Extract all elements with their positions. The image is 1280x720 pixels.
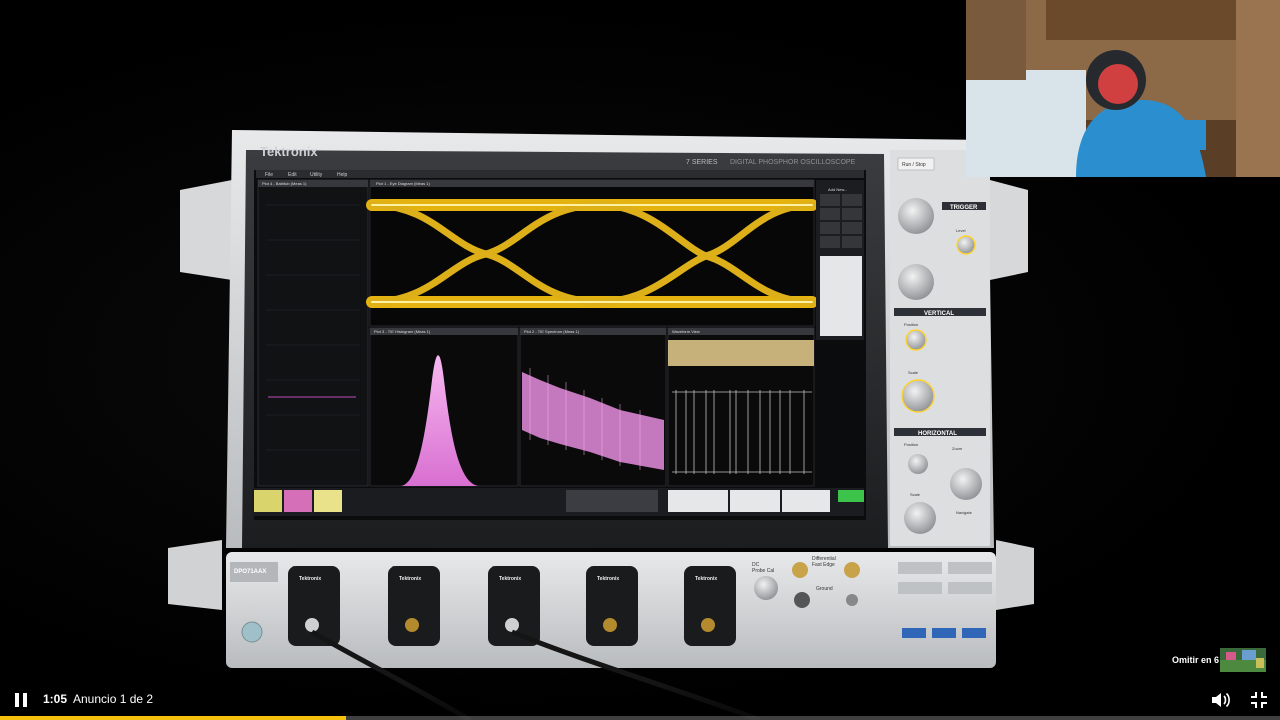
ad-progress-fill: [0, 716, 346, 720]
svg-text:1: 1: [292, 566, 295, 572]
svg-text:Zoom: Zoom: [952, 446, 963, 451]
svg-text:4: 4: [590, 566, 593, 572]
svg-text:3: 3: [492, 566, 495, 572]
ad-counter: Anuncio 1 de 2: [73, 692, 154, 706]
next-video-thumbnail: [1220, 648, 1266, 672]
svg-text:Ground: Ground: [816, 586, 833, 592]
svg-text:Navigate: Navigate: [956, 510, 973, 515]
svg-text:Plot 3 - TIE Histogram (Meas 1: Plot 3 - TIE Histogram (Meas 1): [374, 329, 431, 334]
svg-text:Fast Edge: Fast Edge: [812, 562, 835, 568]
svg-text:HORIZONTAL: HORIZONTAL: [918, 431, 957, 437]
ad-progress-bar[interactable]: [0, 716, 1280, 720]
svg-text:Utility: Utility: [310, 172, 323, 178]
svg-text:Tektronix: Tektronix: [299, 576, 321, 582]
svg-text:Probe Cal: Probe Cal: [752, 568, 774, 574]
svg-text:Plot 1 - Eye Diagram (Meas 1): Plot 1 - Eye Diagram (Meas 1): [376, 181, 430, 186]
svg-text:Scale: Scale: [910, 492, 921, 497]
exit-fullscreen-icon[interactable]: [1249, 690, 1269, 710]
svg-text:Plot 2 - TIE Spectrum (Meas 1): Plot 2 - TIE Spectrum (Meas 1): [524, 329, 580, 334]
volume-icon[interactable]: [1210, 690, 1232, 710]
svg-text:File: File: [265, 172, 273, 178]
pause-icon[interactable]: [12, 691, 30, 709]
svg-text:Position: Position: [904, 322, 918, 327]
player-controls: 1:05 Anuncio 1 de 2: [0, 682, 1280, 720]
svg-text:Tektronix: Tektronix: [597, 576, 619, 582]
skip-ad-button[interactable]: Omitir en 6: [1162, 645, 1274, 675]
svg-text:Tektronix: Tektronix: [695, 576, 717, 582]
svg-text:Waveform View: Waveform View: [672, 329, 700, 334]
current-time: 1:05: [43, 692, 68, 706]
svg-text:TRIGGER: TRIGGER: [950, 205, 978, 211]
svg-text:Help: Help: [337, 172, 348, 178]
svg-text:Tektronix: Tektronix: [399, 576, 421, 582]
svg-text:Edit: Edit: [288, 172, 297, 178]
webcam-overlay: [966, 0, 1280, 177]
svg-text:Add New...: Add New...: [828, 187, 847, 192]
svg-text:Position: Position: [904, 442, 918, 447]
svg-text:7 SERIES: 7 SERIES: [686, 159, 718, 166]
svg-text:Plot 4 - Bathtub (Meas 1): Plot 4 - Bathtub (Meas 1): [262, 181, 307, 186]
webcam-image: [966, 0, 1280, 177]
svg-text:Tektronix: Tektronix: [499, 576, 521, 582]
svg-text:2: 2: [392, 566, 395, 572]
svg-text:Scale: Scale: [908, 370, 919, 375]
svg-text:Level: Level: [956, 228, 966, 233]
brand-logo: Tektronix: [260, 144, 318, 159]
svg-text:DIGITAL PHOSPHOR OSCILLOSCOPE: DIGITAL PHOSPHOR OSCILLOSCOPE: [730, 159, 856, 166]
svg-text:DPO71AAX: DPO71AAX: [234, 569, 266, 575]
svg-text:Run / Stop: Run / Stop: [902, 162, 926, 168]
svg-text:VERTICAL: VERTICAL: [924, 311, 954, 317]
